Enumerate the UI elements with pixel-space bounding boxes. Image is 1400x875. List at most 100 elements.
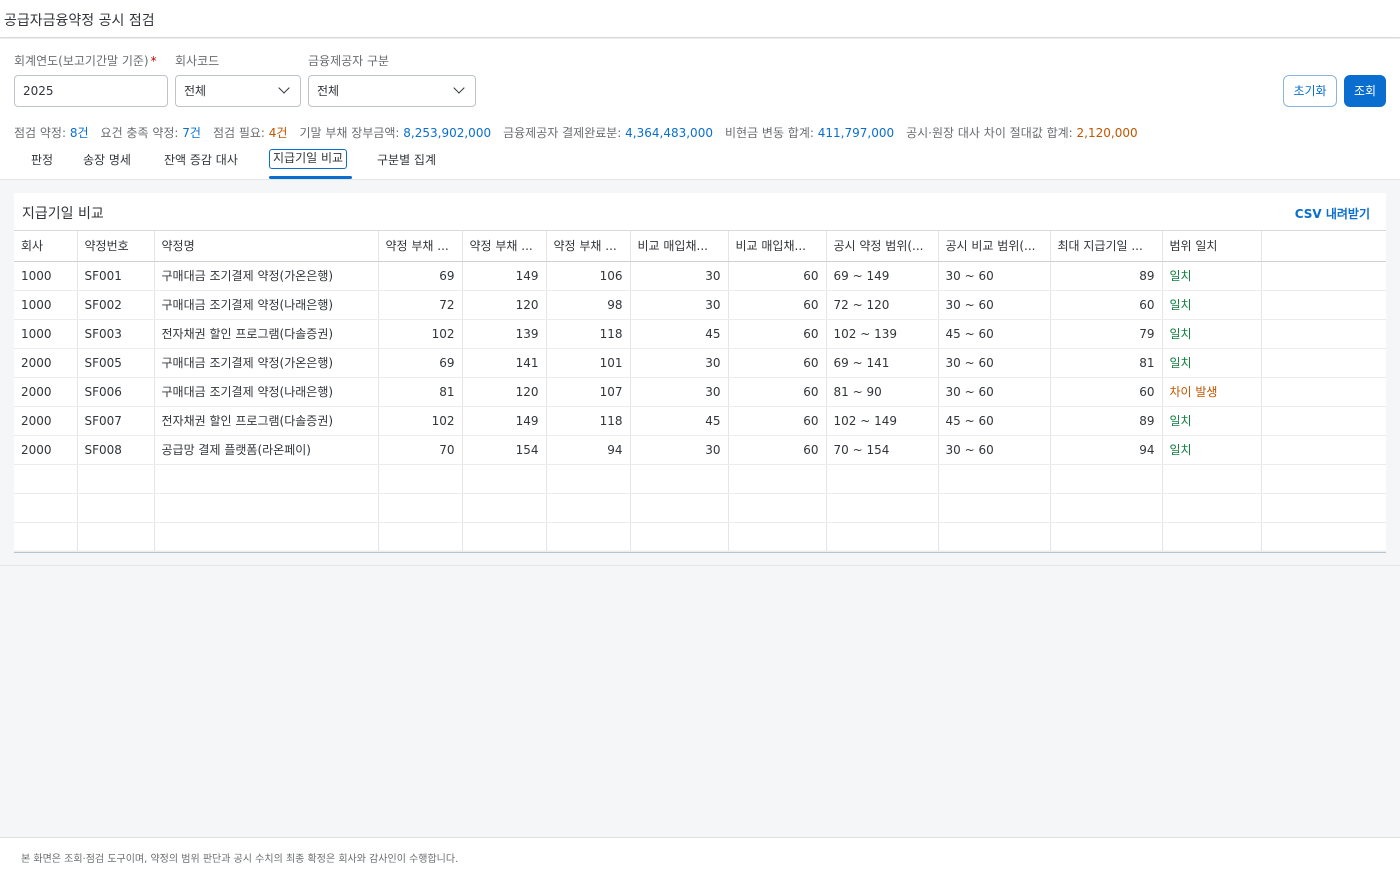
table-header-row: 회사 약정번호 약정명 약정 부채 ... 약정 부채 ... 약정 부채 ... 비교 매… — [14, 231, 1386, 262]
empty-cell — [630, 493, 729, 523]
empty-row — [14, 493, 1386, 523]
filler-cell — [1260, 377, 1386, 407]
summary-label: 금융제공자 결제완료분: — [503, 126, 626, 140]
table-cell: 60 — [1050, 377, 1163, 407]
table-row[interactable]: 2000 SF005 구매대금 조기결제 약정(가온은행) 69 141 101 30 60 6… — [14, 348, 1386, 378]
table-cell: 2000 — [14, 406, 78, 436]
empty-cell — [826, 464, 939, 494]
table-cell: 102 ~ 149 — [826, 406, 939, 436]
tab-balance-reconciliation[interactable]: 잔액 증감 대사 — [164, 151, 238, 168]
table-cell: 차이 발생 — [1162, 377, 1262, 407]
table-cell: 45 — [630, 319, 729, 349]
summary-label: 요건 충족 약정: — [100, 126, 183, 140]
table-cell: 일치 — [1162, 435, 1262, 465]
column-header[interactable]: 최대 지급기일 ... — [1050, 231, 1163, 262]
column-header[interactable]: 비교 매입채... — [728, 231, 827, 262]
table-cell: 60 — [728, 319, 827, 349]
table-cell: SF008 — [77, 435, 155, 465]
column-header[interactable]: 약정 부채 ... — [546, 231, 631, 262]
empty-cell — [728, 522, 827, 552]
table-cell: 일치 — [1162, 348, 1262, 378]
empty-cell — [1050, 464, 1163, 494]
table-cell: 70 ~ 154 — [826, 435, 939, 465]
search-button[interactable]: 조회 — [1344, 75, 1386, 107]
table-cell: 81 — [378, 377, 463, 407]
empty-cell — [462, 522, 547, 552]
column-header[interactable]: 약정명 — [154, 231, 379, 262]
provider-type-select[interactable]: 전체 — [308, 75, 476, 107]
table-row[interactable]: 1000 SF001 구매대금 조기결제 약정(가온은행) 69 149 106 30 60 6… — [14, 261, 1386, 291]
tab-invoice-detail[interactable]: 송장 명세 — [83, 151, 131, 168]
column-header[interactable]: 공시 비교 범위(... — [938, 231, 1051, 262]
column-header[interactable]: 비교 매입채... — [630, 231, 729, 262]
fiscal-year-input[interactable]: 2025 — [14, 75, 168, 107]
column-header[interactable]: 범위 일치 — [1162, 231, 1262, 262]
table-row[interactable]: 1000 SF003 전자채권 할인 프로그램(다솔증권) 102 139 118 45 60… — [14, 319, 1386, 349]
chevron-down-icon — [274, 79, 294, 103]
summary-item: 요건 충족 약정: 7건 — [101, 126, 201, 140]
table-cell: 98 — [546, 290, 631, 320]
table-cell: 94 — [1050, 435, 1163, 465]
filler-cell — [1260, 348, 1386, 378]
table-row[interactable]: 2000 SF007 전자채권 할인 프로그램(다솔증권) 102 149 118 45 60… — [14, 406, 1386, 436]
table-row[interactable]: 1000 SF002 구매대금 조기결제 약정(나래은행) 72 120 98 30 60 72… — [14, 290, 1386, 320]
table-cell: 70 — [378, 435, 463, 465]
table-row[interactable]: 2000 SF006 구매대금 조기결제 약정(나래은행) 81 120 107 30 60 8… — [14, 377, 1386, 407]
table-cell: SF002 — [77, 290, 155, 320]
table-cell: 69 ~ 149 — [826, 261, 939, 291]
summary-value: 7건 — [182, 126, 201, 140]
tab-category-summary[interactable]: 구분별 집계 — [377, 151, 436, 168]
table-row[interactable]: 2000 SF008 공급망 결제 플랫폼(라온페이) 70 154 94 30 60 70 ~… — [14, 435, 1386, 465]
column-header[interactable]: 약정 부채 ... — [462, 231, 547, 262]
empty-cell — [630, 464, 729, 494]
empty-cell — [546, 464, 631, 494]
empty-cell — [826, 493, 939, 523]
tab-judgement[interactable]: 판정 — [31, 151, 53, 168]
table-cell: 1000 — [14, 319, 78, 349]
column-header[interactable]: 약정 부채 ... — [378, 231, 463, 262]
summary-label: 공시·원장 대사 차이 절대값 합계: — [906, 126, 1077, 140]
column-header[interactable]: 약정번호 — [77, 231, 155, 262]
summary-value: 4,364,483,000 — [625, 126, 713, 140]
table-cell: 107 — [546, 377, 631, 407]
empty-cell — [630, 522, 729, 552]
table-cell: 154 — [462, 435, 547, 465]
table-cell: 구매대금 조기결제 약정(가온은행) — [154, 348, 379, 378]
empty-cell — [77, 522, 155, 552]
table-cell: 94 — [546, 435, 631, 465]
summary-value: 8,253,902,000 — [403, 126, 492, 140]
panel-title: 지급기일 비교 — [22, 206, 104, 222]
summary-value: 2,120,000 — [1076, 126, 1138, 140]
table-cell: 30 ~ 60 — [938, 435, 1051, 465]
table-cell: 60 — [728, 377, 827, 407]
tab-payment-term-comparison[interactable]: 지급기일 비교 — [269, 149, 348, 169]
summary-label: 비현금 변동 합계: — [724, 126, 818, 140]
filler-cell — [1260, 406, 1386, 436]
empty-cell — [378, 464, 463, 494]
empty-cell — [546, 522, 631, 552]
footer: 본 화면은 조회·점검 도구이며, 약정의 범위 판단과 공시 수치의 최종 확… — [0, 837, 1400, 875]
filler-cell — [1260, 231, 1386, 262]
table-cell: 2000 — [14, 435, 78, 465]
csv-download-link[interactable]: CSV 내려받기 — [1295, 205, 1370, 222]
table-cell: 101 — [546, 348, 631, 378]
table-cell: 45 ~ 60 — [938, 406, 1051, 436]
table-cell: 일치 — [1162, 406, 1262, 436]
table-cell: 전자채권 할인 프로그램(다솔증권) — [154, 406, 379, 436]
empty-cell — [1050, 522, 1163, 552]
column-header[interactable]: 회사 — [14, 231, 78, 262]
empty-cell — [546, 493, 631, 523]
empty-cell — [154, 493, 379, 523]
table-cell: 118 — [546, 319, 631, 349]
empty-cell — [728, 464, 827, 494]
company-code-select[interactable]: 전체 — [175, 75, 301, 107]
summary-value: 4건 — [268, 126, 288, 140]
column-header[interactable]: 공시 약정 범위(... — [826, 231, 939, 262]
table-cell: 102 — [378, 319, 463, 349]
table-cell: 1000 — [14, 290, 78, 320]
table-cell: 30 — [630, 261, 729, 291]
table-cell: 141 — [462, 348, 547, 378]
table-cell: SF003 — [77, 319, 155, 349]
empty-cell — [1260, 464, 1386, 494]
reset-button[interactable]: 초기화 — [1283, 75, 1337, 107]
